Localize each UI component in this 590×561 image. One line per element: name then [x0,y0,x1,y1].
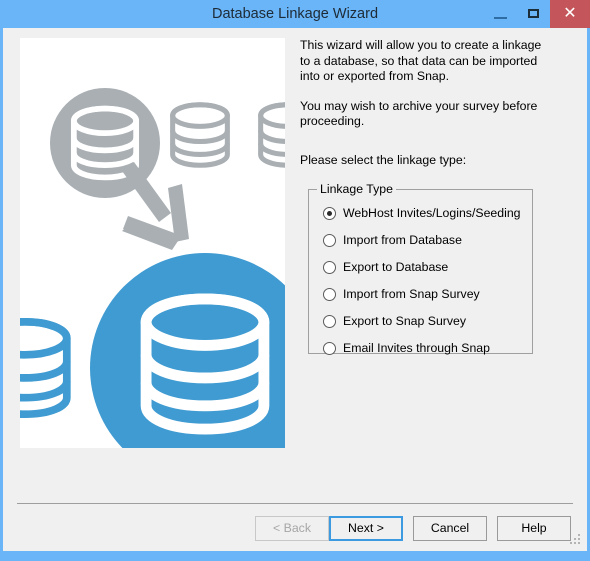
radio-import-from-snap-survey[interactable]: Import from Snap Survey [323,285,480,303]
radio-icon [323,206,336,220]
maximize-button[interactable] [517,0,550,28]
next-button[interactable]: Next > [329,516,403,541]
linkage-type-prompt: Please select the linkage type: [300,153,467,167]
title-bar[interactable]: Database Linkage Wizard ✕ [0,0,590,28]
intro-paragraph-2: You may wish to archive your survey befo… [300,98,538,129]
database-linkage-illustration [20,38,285,448]
radio-export-to-database[interactable]: Export to Database [323,258,448,276]
radio-label: Export to Database [343,260,449,274]
dialog-window: Database Linkage Wizard ✕ This wizard wi… [0,0,590,561]
minimize-button[interactable] [484,0,517,28]
maximize-icon [528,9,539,18]
radio-email-invites-through-snap[interactable]: Email Invites through Snap [323,339,490,357]
radio-icon [323,287,336,301]
close-button[interactable]: ✕ [550,0,590,28]
cancel-button[interactable]: Cancel [413,516,487,541]
radio-label: Email Invites through Snap [343,341,490,355]
radio-import-from-database[interactable]: Import from Database [323,231,462,249]
radio-label: Export to Snap Survey [343,314,467,328]
intro-text: This wizard will allow you to create a l… [300,38,545,144]
linkage-type-legend: Linkage Type [317,182,396,196]
help-button[interactable]: Help [497,516,571,541]
intro-paragraph-1: This wizard will allow you to create a l… [300,38,542,83]
radio-webhost-invites-logins-seeding[interactable]: WebHost Invites/Logins/Seeding [323,204,521,222]
radio-icon [323,233,336,247]
close-icon: ✕ [563,5,577,22]
footer-separator [17,503,573,504]
back-button[interactable]: < Back [255,516,329,541]
resize-grip[interactable] [569,534,582,547]
minimize-icon [494,17,507,19]
dialog-client-area: This wizard will allow you to create a l… [3,28,587,551]
radio-icon [323,314,336,328]
radio-icon [323,260,336,274]
radio-label: WebHost Invites/Logins/Seeding [343,206,521,220]
linkage-type-groupbox: Linkage Type WebHost Invites/Logins/Seed… [308,182,533,357]
radio-export-to-snap-survey[interactable]: Export to Snap Survey [323,312,466,330]
radio-label: Import from Database [343,233,462,247]
radio-icon [323,341,336,355]
radio-label: Import from Snap Survey [343,287,480,301]
